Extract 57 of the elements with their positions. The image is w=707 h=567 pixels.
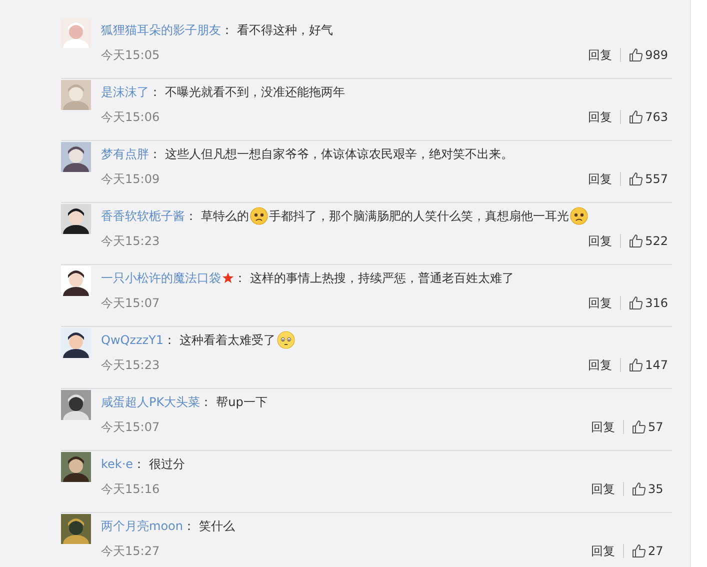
like-button[interactable]: 147 [621, 356, 668, 374]
comment-time: 今天15:06 [101, 109, 160, 126]
reply-button[interactable]: 回复 [588, 48, 622, 62]
like-button[interactable]: 27 [624, 542, 668, 560]
thumbs-up-icon [629, 358, 644, 372]
thumbs-up-icon [629, 296, 644, 310]
like-button[interactable]: 57 [624, 418, 668, 436]
comment-text: 很过分 [149, 456, 186, 473]
thumbs-up-icon [632, 420, 646, 434]
like-button[interactable]: 989 [621, 46, 668, 64]
like-button[interactable]: 316 [621, 294, 668, 312]
comment-text: 这些人但凡想一想自家爷爷，体谅体谅农民艰辛，绝对笑不出来。 [165, 146, 513, 163]
comment-time: 今天15:07 [101, 295, 160, 312]
comment-text: 不曝光就看不到，没准还能拖两年 [165, 84, 345, 101]
sad-face-icon [250, 207, 268, 225]
thumbs-up-icon [629, 48, 644, 62]
sad-face-icon [570, 207, 588, 225]
comment-text: 这样的事情上热搜，持续严惩，普通老百姓太难了 [250, 270, 514, 287]
thumbs-up-icon [629, 234, 644, 248]
colon: ： [149, 146, 161, 163]
colon: ： [164, 332, 176, 349]
comment-text: 草特么的 手都抖了，那个脑满肠肥的人笑什么笑，真想扇他一耳光 [201, 207, 589, 225]
like-button[interactable]: 35 [624, 480, 668, 498]
colon: ： [133, 456, 146, 473]
like-button[interactable]: 763 [621, 108, 668, 126]
reply-button[interactable]: 回复 [588, 172, 622, 186]
colon: ： [234, 270, 246, 287]
reply-button[interactable]: 回复 [588, 358, 622, 372]
thumbs-up-icon [629, 172, 644, 186]
reply-button[interactable]: 回复 [591, 420, 624, 434]
reply-button[interactable]: 回复 [588, 296, 622, 310]
like-button[interactable]: 557 [621, 170, 668, 188]
reply-button[interactable]: 回复 [588, 110, 622, 124]
comment-time: 今天15:16 [101, 481, 160, 498]
comment-time: 今天15:05 [101, 47, 160, 64]
reply-button[interactable]: 回复 [591, 544, 624, 558]
comment-time: 今天15:09 [101, 171, 160, 188]
colon: ： [149, 84, 161, 101]
reply-button[interactable]: 回复 [588, 234, 622, 248]
thumbs-up-icon [632, 482, 646, 496]
comment-time: 今天15:23 [101, 233, 160, 250]
comment-time: 今天15:07 [101, 419, 160, 436]
colon: ： [200, 394, 212, 411]
comment-text: 笑什么 [198, 518, 235, 535]
blushing-face-icon [276, 331, 295, 349]
colon: ： [185, 208, 197, 225]
thumbs-up-icon [632, 544, 646, 558]
comment-text: 看不得这种，好气 [237, 22, 333, 39]
colon: ： [221, 22, 233, 39]
comment-text: 这种看着太难受了 [180, 331, 296, 349]
colon: ： [182, 518, 195, 535]
comment-time: 今天15:23 [101, 357, 160, 374]
reply-button[interactable]: 回复 [591, 482, 624, 496]
comment-time: 今天15:27 [101, 543, 160, 560]
like-button[interactable]: 522 [621, 232, 668, 250]
thumbs-up-icon [629, 110, 644, 124]
comment-text: 帮up一下 [216, 394, 268, 411]
